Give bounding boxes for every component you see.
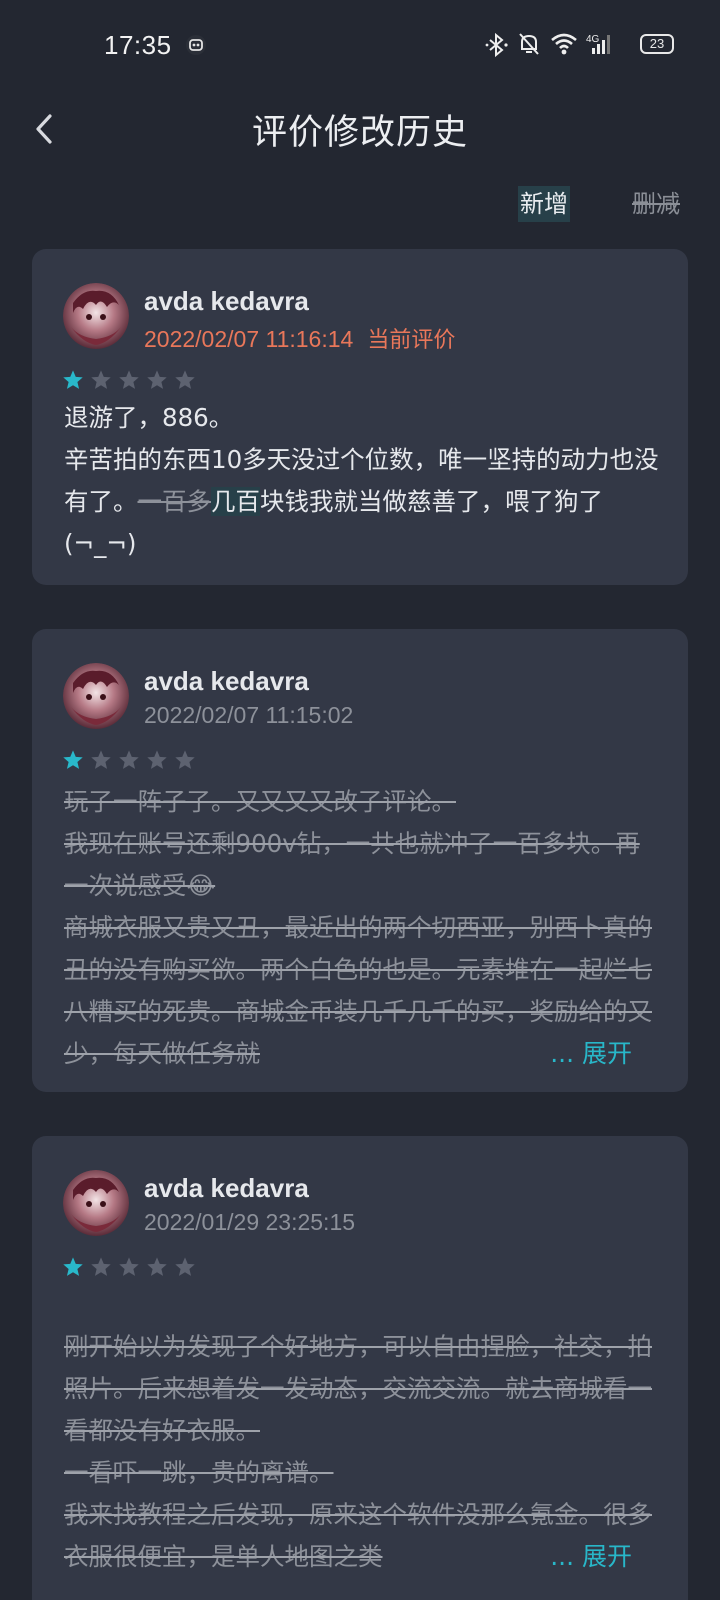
svg-text:4G: 4G — [586, 34, 600, 45]
review-timestamp: 2022/02/07 11:16:14 当前评价 — [144, 322, 455, 354]
review-line: 我现在账号还剩900v钻，一共也就冲了一百多块。再一次说感受😂 — [64, 829, 640, 900]
star-filled-icon — [63, 750, 83, 769]
user-name: avda kedavra — [144, 666, 309, 696]
star-empty-icon — [119, 370, 139, 389]
star-empty-icon — [119, 1257, 139, 1276]
review-card: avda kedavra 2022/01/29 23:25:15 刚开始以为发现… — [32, 1136, 688, 1600]
review-line: 退游了，886。 — [64, 403, 234, 432]
legend-deleted: 删减 — [632, 190, 680, 218]
star-empty-icon — [175, 750, 195, 769]
wifi-icon — [551, 33, 577, 55]
star-rating — [62, 1256, 196, 1278]
current-review-label: 当前评价 — [367, 328, 456, 353]
mute-bell-icon — [519, 33, 539, 55]
review-line: 玩了一阵子了。又又又又改了评论。 — [64, 787, 456, 816]
star-rating — [62, 749, 196, 771]
user-avatar[interactable] — [63, 283, 129, 349]
review-card: avda kedavra 2022/02/07 11:15:02 玩了一阵子了。… — [32, 629, 688, 1092]
expand-button[interactable]: ... 展开 — [546, 1033, 632, 1075]
signal-4g-icon: 4G — [586, 34, 610, 54]
review-card: avda kedavra 2022/02/07 11:16:14 当前评价 退游了… — [32, 249, 688, 585]
star-empty-icon — [147, 1257, 167, 1276]
deleted-text: 一百多 — [137, 487, 212, 516]
app-notification-icon — [186, 35, 206, 55]
star-empty-icon — [91, 1257, 111, 1276]
star-empty-icon — [119, 750, 139, 769]
star-filled-icon — [63, 1257, 83, 1276]
bluetooth-icon — [485, 32, 508, 58]
review-line: 辛苦拍的东西10多天没过个位数，唯一坚持的动力也没有了。一百多几百块钱我就当做慈… — [64, 439, 660, 565]
star-empty-icon — [175, 1257, 195, 1276]
battery-icon: 23 — [640, 34, 674, 54]
legend-added: 新增 — [518, 186, 570, 222]
status-bar: 17:35 4G 23 — [0, 0, 720, 88]
user-avatar[interactable] — [63, 663, 129, 729]
status-time: 17:35 — [104, 30, 172, 60]
page-title: 评价修改历史 — [251, 113, 468, 153]
star-empty-icon — [175, 370, 195, 389]
added-text: 几百 — [211, 487, 260, 516]
review-text: 退游了，886。 辛苦拍的东西10多天没过个位数，唯一坚持的动力也没有了。一百多… — [64, 397, 660, 565]
user-name: avda kedavra — [144, 1173, 309, 1203]
review-text: 玩了一阵子了。又又又又改了评论。 我现在账号还剩900v钻，一共也就冲了一百多块… — [64, 781, 660, 1075]
timestamp-text: 2022/02/07 11:16:14 — [144, 326, 354, 352]
review-line: 刚开始以为发现了个好地方，可以自由捏脸，社交，拍照片。后来想着发一发动态，交流交… — [64, 1332, 652, 1445]
star-rating — [62, 369, 196, 391]
star-empty-icon — [147, 370, 167, 389]
star-empty-icon — [91, 370, 111, 389]
review-timestamp: 2022/02/07 11:15:02 — [144, 702, 354, 728]
review-timestamp: 2022/01/29 23:25:15 — [144, 1209, 356, 1235]
user-avatar[interactable] — [63, 1170, 129, 1236]
expand-button[interactable]: ... 展开 — [546, 1536, 632, 1578]
user-name: avda kedavra — [144, 286, 309, 316]
star-filled-icon — [63, 370, 83, 389]
star-empty-icon — [147, 750, 167, 769]
star-empty-icon — [91, 750, 111, 769]
review-line: 一看吓一跳，贵的离谱。 — [64, 1458, 334, 1487]
